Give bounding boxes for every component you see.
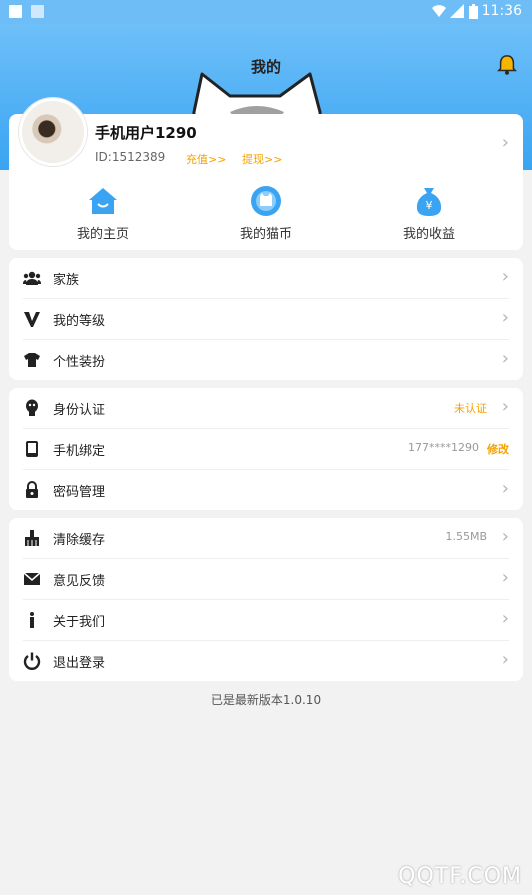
menu-item-label: 关于我们 (53, 615, 106, 630)
menu-item-label: 身份认证 (53, 403, 106, 418)
menu-group-social: 家族 › 我的等级 › 个性装扮 › (9, 258, 523, 380)
chevron-right-icon: › (501, 348, 509, 369)
quick-action-earnings[interactable]: ¥ 我的收益 (369, 184, 489, 242)
signal-icon (450, 4, 464, 18)
notification-icon-2 (31, 5, 44, 18)
wifi-icon (432, 5, 446, 17)
modify-phone-link[interactable]: 修改 (487, 441, 509, 457)
tshirt-icon (24, 353, 40, 367)
menu-item-label: 我的等级 (53, 314, 106, 329)
chevron-right-icon[interactable]: › (502, 132, 509, 153)
money-bag-icon: ¥ (416, 188, 442, 216)
recharge-link[interactable]: 充值>> (186, 151, 226, 167)
menu-item-phone-binding[interactable]: 手机绑定 177****1290 修改 (9, 429, 523, 469)
menu-item-logout[interactable]: 退出登录 › (9, 641, 523, 681)
avatar[interactable] (19, 98, 87, 166)
menu-item-family[interactable]: 家族 › (9, 258, 523, 298)
phone-icon (26, 441, 38, 457)
withdraw-link[interactable]: 提现>> (242, 151, 282, 167)
chevron-right-icon: › (501, 608, 509, 629)
quick-action-label: 我的猫币 (239, 227, 292, 242)
battery-icon (469, 4, 478, 19)
menu-item-label: 清除缓存 (53, 533, 106, 548)
chevron-right-icon: › (501, 526, 509, 547)
svg-text:¥: ¥ (426, 199, 433, 212)
verification-status: 未认证 (454, 402, 487, 415)
identity-icon (26, 399, 38, 416)
menu-item-feedback[interactable]: 意见反馈 › (9, 559, 523, 599)
menu-item-label: 密码管理 (53, 485, 106, 500)
menu-group-system: 清除缓存 1.55MB › 意见反馈 › 关于我们 › 退出登录 › (9, 518, 523, 681)
chevron-right-icon: › (501, 478, 509, 499)
cat-coin-icon (251, 186, 281, 216)
chevron-right-icon: › (501, 649, 509, 670)
username: 手机用户1290 (95, 124, 197, 142)
bound-phone-number: 177****1290 (408, 441, 479, 454)
notification-icon (9, 5, 22, 18)
power-icon (23, 652, 41, 670)
chevron-right-icon: › (501, 266, 509, 287)
level-v-icon (24, 312, 40, 327)
menu-item-label: 家族 (53, 273, 80, 288)
quick-action-home[interactable]: 我的主页 (43, 184, 163, 242)
watermark: QQTF.COM (398, 864, 522, 889)
menu-item-dressup[interactable]: 个性装扮 › (9, 340, 523, 380)
menu-item-label: 意见反馈 (53, 574, 106, 589)
menu-item-label: 手机绑定 (53, 444, 106, 459)
quick-action-label: 我的主页 (76, 227, 129, 242)
home-icon (89, 188, 117, 214)
menu-item-identity[interactable]: 身份认证 未认证 › (9, 388, 523, 428)
chevron-right-icon: › (501, 307, 509, 328)
group-icon (23, 271, 41, 285)
mail-icon (23, 572, 41, 585)
version-text: 已是最新版本1.0.10 (210, 693, 322, 707)
quick-action-label: 我的收益 (402, 227, 455, 242)
menu-item-clear-cache[interactable]: 清除缓存 1.55MB › (9, 518, 523, 558)
clock: 11:36 (481, 3, 522, 19)
menu-item-label: 退出登录 (53, 656, 106, 671)
chevron-right-icon: › (501, 567, 509, 588)
menu-item-level[interactable]: 我的等级 › (9, 299, 523, 339)
info-icon (30, 612, 34, 628)
status-bar: 11:36 (0, 0, 532, 24)
menu-item-password[interactable]: 密码管理 › (9, 470, 523, 510)
bell-icon[interactable] (496, 54, 518, 76)
profile-card: 手机用户1290 ID:1512389 充值>> 提现>> › 我的主页 我的猫… (9, 98, 523, 250)
cache-size: 1.55MB (445, 530, 487, 543)
quick-action-coins[interactable]: 我的猫币 (206, 184, 326, 242)
chevron-right-icon: › (501, 396, 509, 417)
broom-icon (25, 530, 39, 546)
menu-item-label: 个性装扮 (53, 355, 106, 370)
menu-item-about[interactable]: 关于我们 › (9, 600, 523, 640)
menu-group-account: 身份认证 未认证 › 手机绑定 177****1290 修改 密码管理 › (9, 388, 523, 510)
lock-icon (26, 481, 38, 498)
user-id: ID:1512389 (95, 150, 166, 164)
